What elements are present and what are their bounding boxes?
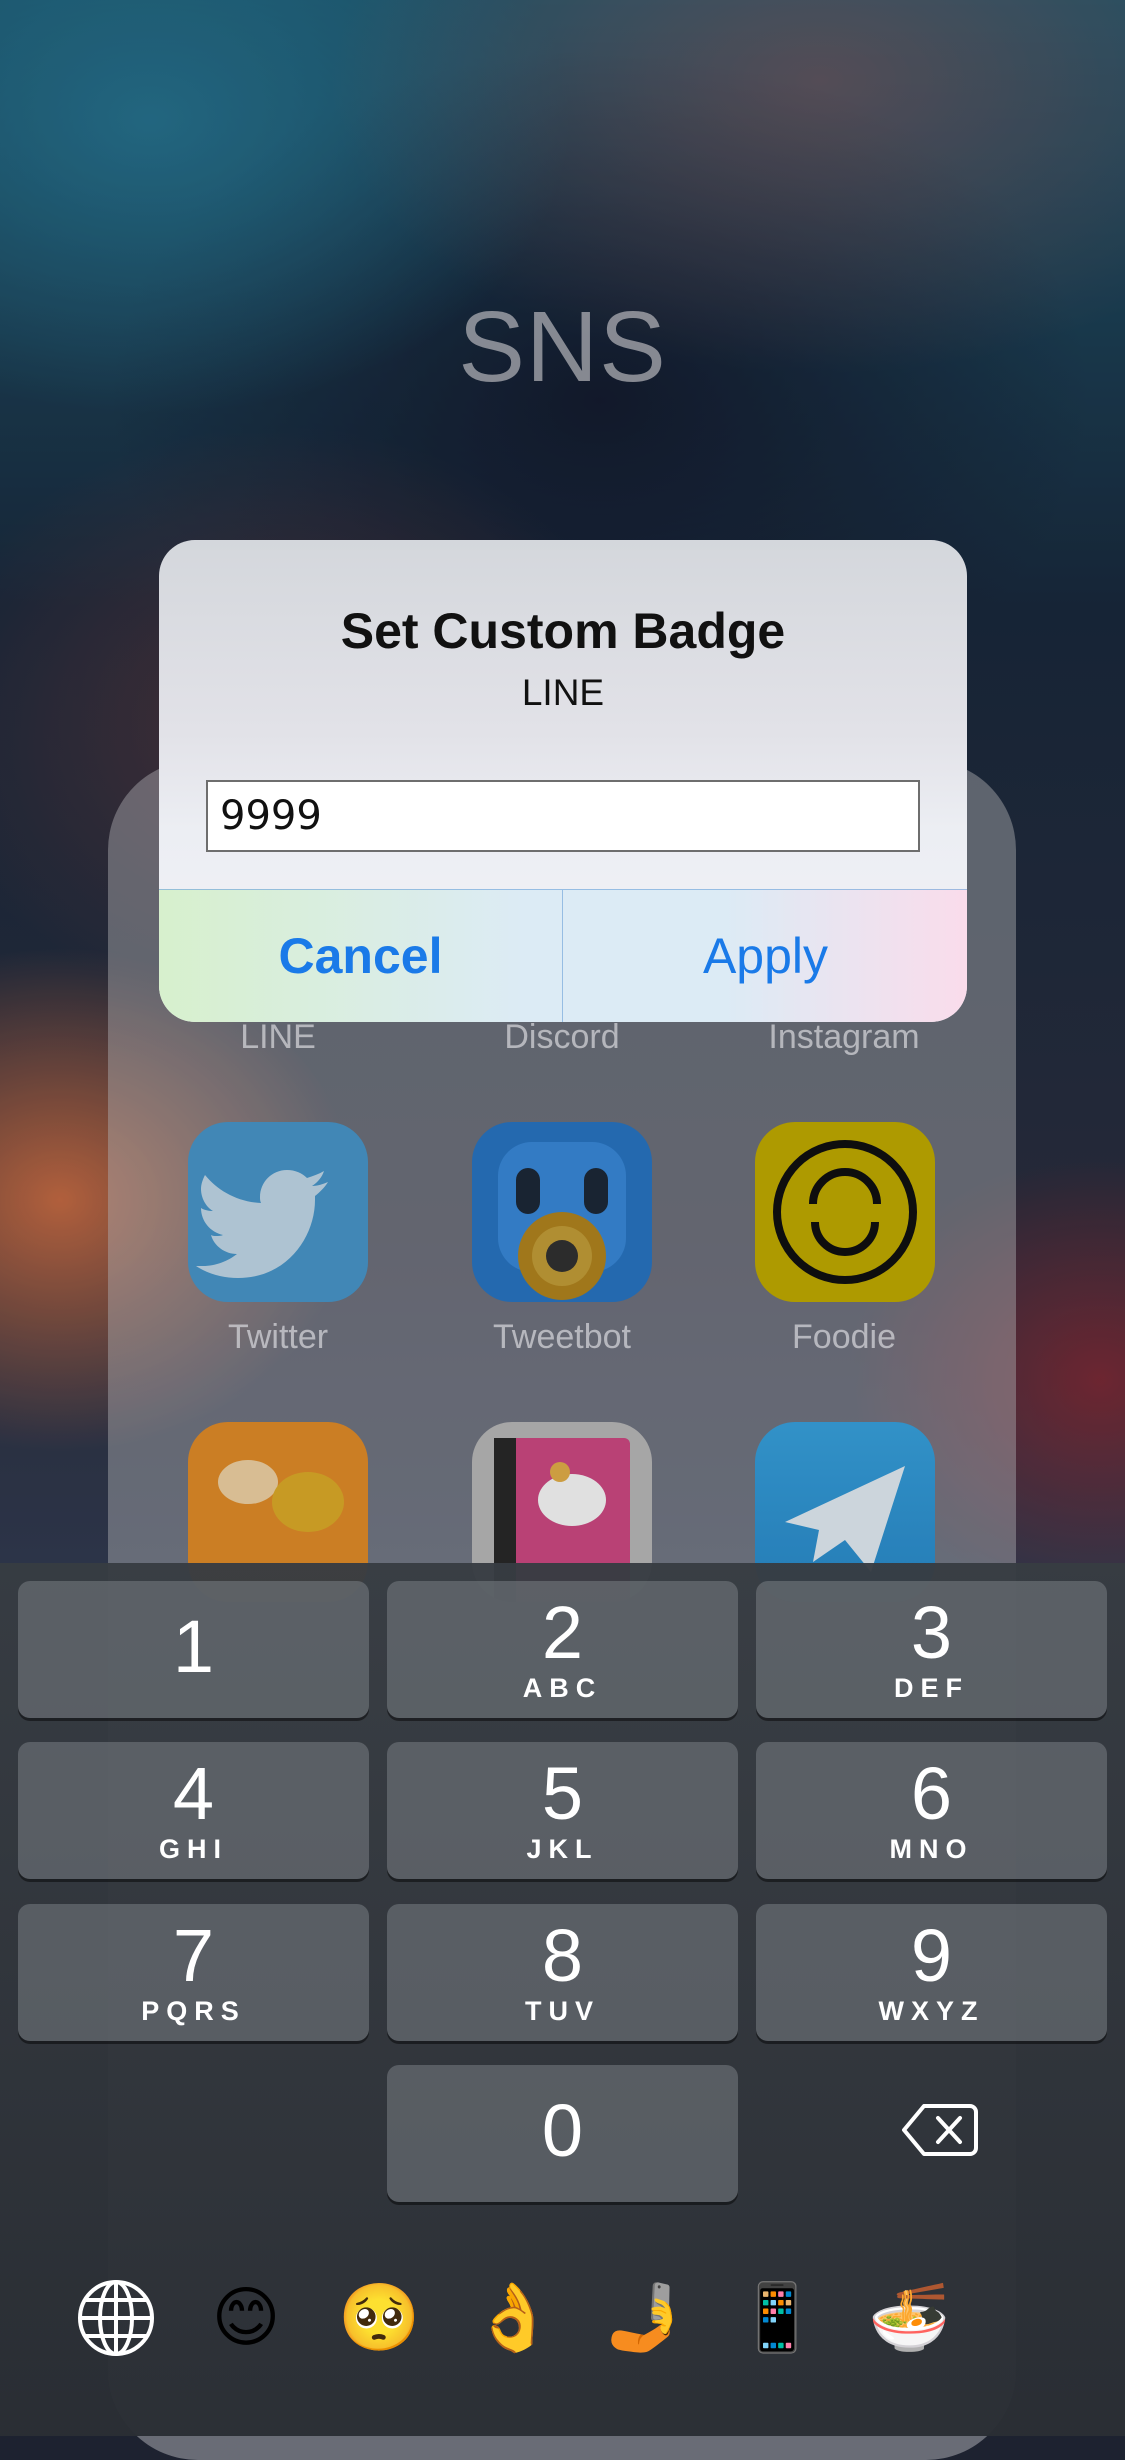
- key-digit: 1: [172, 1605, 215, 1688]
- key-digit: 9: [910, 1914, 953, 1997]
- key-digit: 8: [541, 1914, 584, 1997]
- key-0[interactable]: 0: [387, 2065, 738, 2202]
- globe-icon[interactable]: [76, 2278, 156, 2358]
- pleading-face-emoji[interactable]: 🥺: [338, 2278, 420, 2358]
- badge-input[interactable]: 9999: [206, 780, 920, 852]
- key-letters: ABC: [522, 1673, 603, 1703]
- key-digit: 5: [541, 1752, 584, 1835]
- key-9[interactable]: 9 WXYZ: [756, 1904, 1107, 2041]
- key-8[interactable]: 8 TUV: [387, 1904, 738, 2041]
- key-2[interactable]: 2 ABC: [387, 1581, 738, 1718]
- key-1[interactable]: 1: [18, 1581, 369, 1718]
- key-3[interactable]: 3 DEF: [756, 1581, 1107, 1718]
- key-7[interactable]: 7 PQRS: [18, 1904, 369, 2041]
- key-6[interactable]: 6 MNO: [756, 1742, 1107, 1879]
- button-divider: [562, 890, 563, 1022]
- alert-title: Set Custom Badge: [340, 603, 786, 659]
- emoji-suggestion-bar: [0, 2270, 1125, 2370]
- key-digit: 7: [172, 1914, 215, 1997]
- key-letters: TUV: [525, 1996, 600, 2026]
- ok-hand-emoji[interactable]: 👌: [472, 2278, 554, 2358]
- key-letters: PQRS: [141, 1996, 246, 2026]
- ramen-emoji[interactable]: 🍜: [868, 2278, 950, 2358]
- key-letters: GHI: [158, 1834, 228, 1864]
- key-letters: JKL: [526, 1834, 599, 1864]
- key-letters: DEF: [894, 1673, 969, 1703]
- alert-message: LINE: [521, 672, 605, 713]
- key-letters: WXYZ: [878, 1996, 985, 2026]
- backspace-icon[interactable]: [900, 2100, 980, 2160]
- custom-badge-alert: Set Custom Badge LINE 9999 Cancel Apply: [159, 540, 967, 1022]
- key-digit: 6: [910, 1752, 953, 1835]
- key-digit: 0: [541, 2089, 584, 2172]
- smiling-face-emoji[interactable]: 😊: [206, 2278, 286, 2358]
- alert-button-row: Cancel Apply: [159, 889, 967, 1022]
- key-letters: MNO: [889, 1834, 974, 1864]
- key-digit: 4: [172, 1752, 215, 1835]
- key-5[interactable]: 5 JKL: [387, 1742, 738, 1879]
- key-digit: 2: [541, 1591, 584, 1674]
- apply-button[interactable]: Apply: [564, 890, 967, 1022]
- key-4[interactable]: 4 GHI: [18, 1742, 369, 1879]
- cancel-button[interactable]: Cancel: [159, 890, 562, 1022]
- key-digit: 3: [910, 1591, 953, 1674]
- mobile-phone-emoji[interactable]: 📱: [736, 2278, 818, 2358]
- selfie-emoji[interactable]: 🤳: [604, 2278, 686, 2358]
